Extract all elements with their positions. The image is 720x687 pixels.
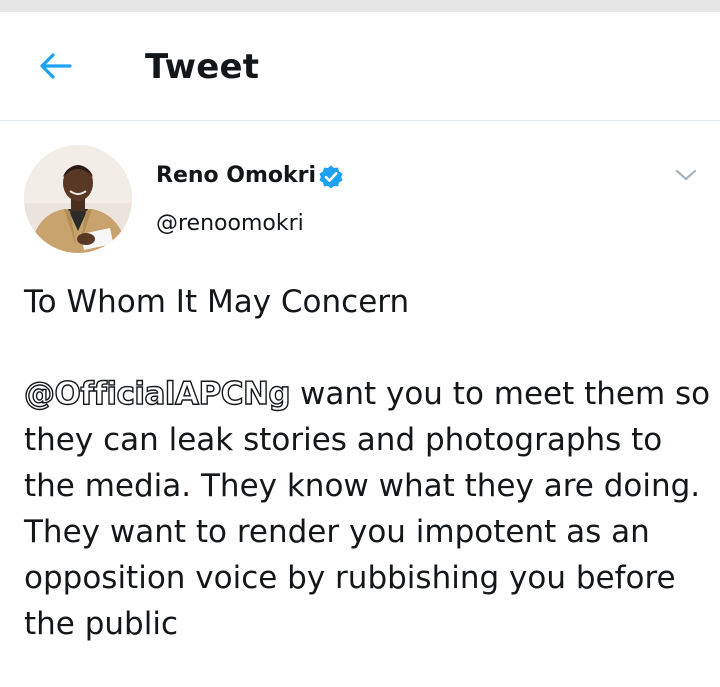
tweet-paragraph-text: want you to meet them so they can leak s…: [24, 376, 711, 642]
status-bar: [0, 0, 720, 12]
mention-link[interactable]: @OfficialAPCNg: [23, 375, 291, 412]
author-display-name[interactable]: Reno Omokri: [156, 158, 316, 194]
avatar[interactable]: [24, 145, 132, 253]
verified-badge-icon: [319, 165, 343, 189]
page-title: Tweet: [145, 47, 260, 87]
tweet-paragraph: @OfficialAPCNg want you to meet them so …: [23, 371, 714, 647]
chevron-down-icon: [675, 169, 697, 181]
top-app-bar: Tweet: [0, 12, 720, 121]
arrow-left-icon: [40, 53, 72, 79]
more-options-button[interactable]: [668, 160, 704, 190]
tweet-title-line: To Whom It May Concern: [24, 284, 410, 320]
back-button[interactable]: [30, 44, 82, 88]
author-handle[interactable]: @renoomokri: [156, 206, 304, 242]
tweet-text: To Whom It May Concern @OfficialAPCNg wa…: [23, 279, 714, 647]
